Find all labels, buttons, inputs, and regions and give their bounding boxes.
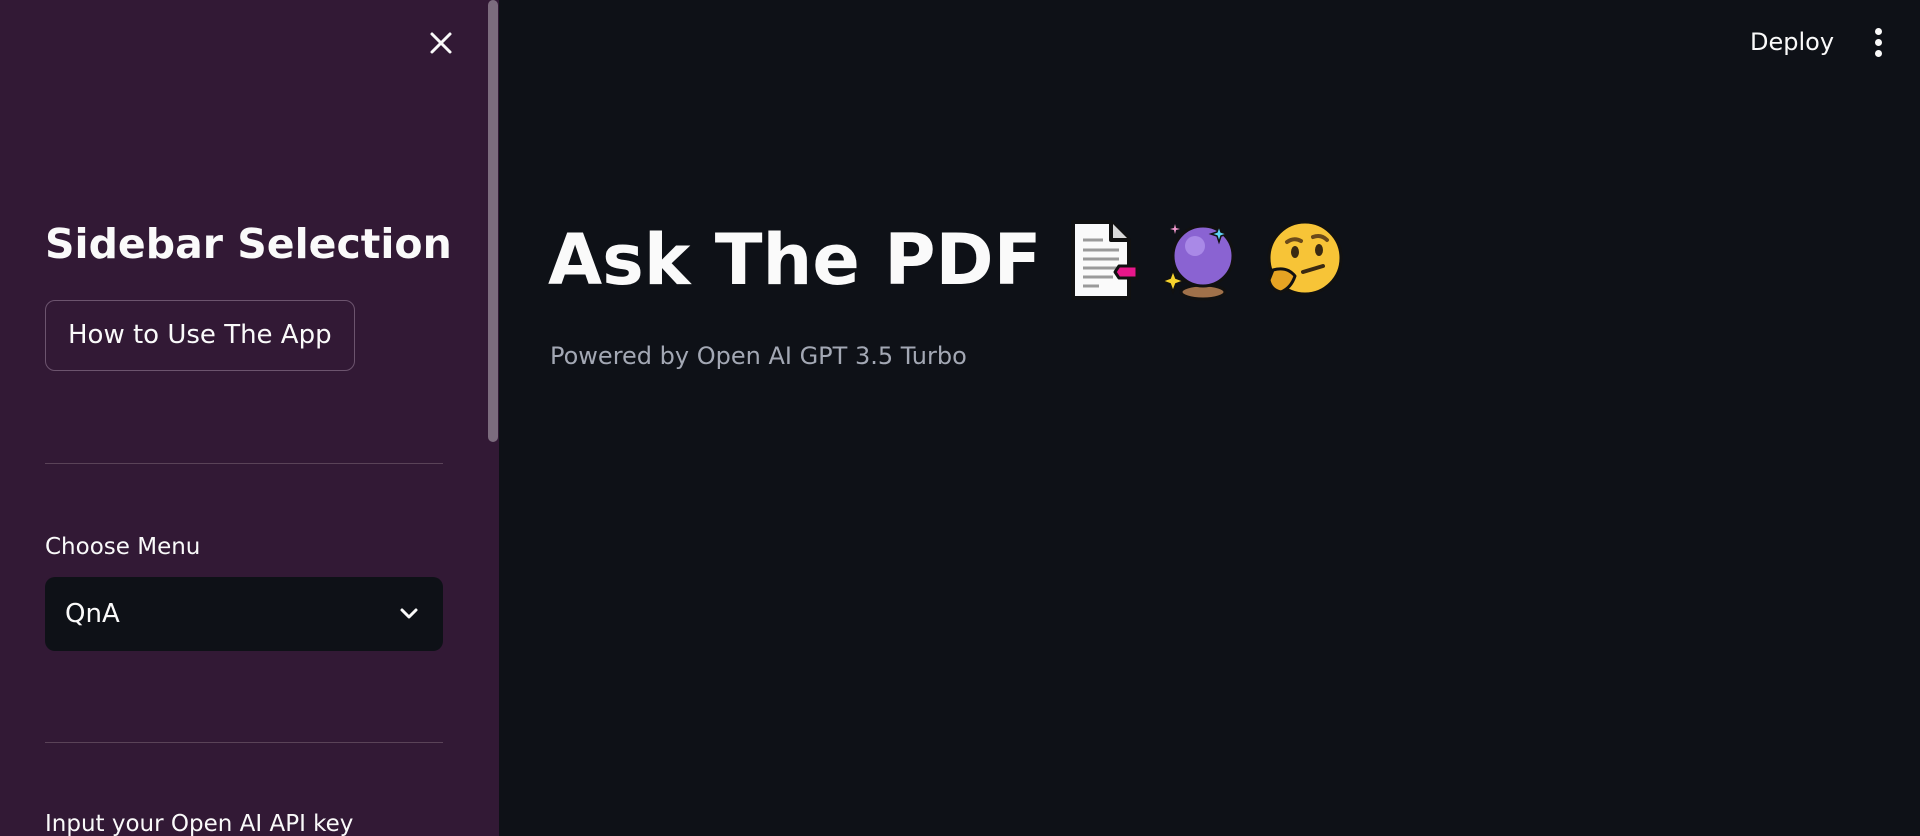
page-title-text: Ask The PDF: [548, 219, 1042, 301]
thinking-face-icon: [1261, 218, 1345, 302]
sidebar-divider: [45, 742, 443, 743]
sidebar-title: Sidebar Selection: [45, 220, 452, 268]
sidebar-divider: [45, 463, 443, 464]
more-vertical-icon[interactable]: [1864, 22, 1894, 62]
deploy-button[interactable]: Deploy: [1736, 22, 1848, 62]
page-facing-up-icon: [1063, 218, 1141, 302]
chevron-down-icon: [397, 602, 421, 626]
how-to-use-button[interactable]: How to Use The App: [45, 300, 355, 371]
crystal-ball-icon: [1161, 218, 1241, 302]
choose-menu-selected-value: QnA: [65, 599, 120, 629]
close-icon[interactable]: [425, 27, 457, 59]
page-title: Ask The PDF: [548, 212, 1345, 308]
sidebar-scrollbar[interactable]: [488, 0, 498, 442]
app-window: Sidebar Selection How to Use The App Cho…: [0, 0, 1920, 836]
api-key-label: Input your Open AI API key: [45, 811, 354, 836]
page-subtitle: Powered by Open AI GPT 3.5 Turbo: [550, 342, 967, 370]
title-emoji-group: [1063, 218, 1345, 302]
choose-menu-label: Choose Menu: [45, 534, 201, 560]
sidebar: Sidebar Selection How to Use The App Cho…: [0, 0, 499, 836]
choose-menu-select[interactable]: QnA: [45, 577, 443, 651]
